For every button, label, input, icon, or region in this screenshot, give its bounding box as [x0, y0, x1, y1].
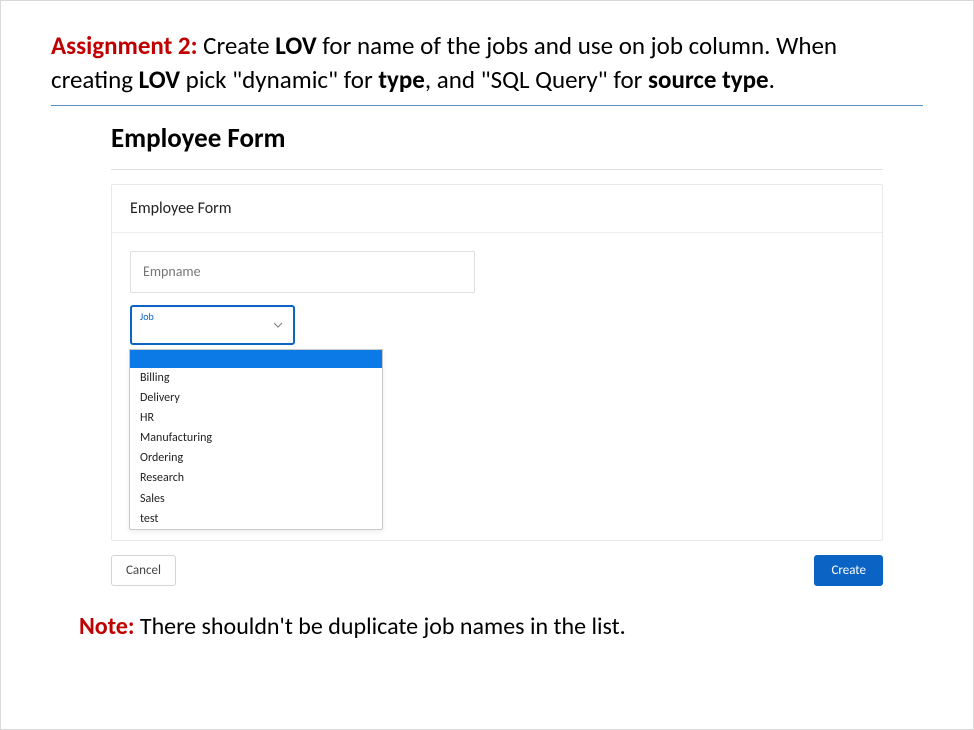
job-select[interactable]: Job	[130, 305, 295, 345]
dropdown-option[interactable]	[130, 350, 382, 368]
job-select-label: Job	[140, 310, 154, 323]
assignment-bold-1: LOV	[275, 30, 316, 61]
job-field-wrap: Job Billing Delivery HR Manufacturing Or…	[130, 305, 475, 531]
dropdown-option[interactable]: Sales	[130, 489, 382, 509]
dropdown-option[interactable]: test	[130, 509, 382, 529]
empname-field-wrap	[130, 251, 475, 293]
assignment-bold-3: type	[378, 64, 425, 95]
page-container: Assignment 2: Create LOV for name of the…	[0, 0, 974, 730]
note-text: There shouldn't be duplicate job names i…	[134, 612, 625, 641]
divider	[51, 105, 923, 106]
cancel-button[interactable]: Cancel	[111, 555, 176, 586]
assignment-text-3: pick "dynamic" for	[180, 64, 378, 95]
form-title: Employee Form	[111, 122, 883, 155]
thin-divider	[111, 169, 883, 170]
note-label: Note:	[79, 612, 134, 641]
assignment-text-4: , and "SQL Query" for	[425, 64, 648, 95]
actions-row: Cancel Create	[111, 555, 883, 586]
assignment-text-1: Create	[198, 30, 276, 61]
assignment-label: Assignment 2:	[51, 30, 198, 61]
form-card: Employee Form Job Billing De	[111, 184, 883, 542]
note-line: Note: There shouldn't be duplicate job n…	[51, 612, 923, 641]
card-body: Job Billing Delivery HR Manufacturing Or…	[112, 233, 882, 541]
dropdown-option[interactable]: Delivery	[130, 388, 382, 408]
dropdown-option[interactable]: Billing	[130, 368, 382, 388]
assignment-instruction: Assignment 2: Create LOV for name of the…	[51, 29, 923, 97]
empname-input[interactable]	[130, 251, 475, 293]
form-area: Employee Form Employee Form Job	[51, 122, 923, 587]
chevron-down-icon	[273, 318, 283, 332]
create-button[interactable]: Create	[814, 555, 883, 586]
dropdown-option[interactable]: Ordering	[130, 448, 382, 468]
assignment-bold-4: source type	[648, 64, 769, 95]
assignment-bold-2: LOV	[139, 64, 180, 95]
dropdown-option[interactable]: Manufacturing	[130, 428, 382, 448]
card-header: Employee Form	[112, 185, 882, 233]
dropdown-option[interactable]: Research	[130, 468, 382, 488]
assignment-text-5: .	[769, 64, 775, 95]
job-dropdown: Billing Delivery HR Manufacturing Orderi…	[129, 349, 383, 531]
dropdown-option[interactable]: HR	[130, 408, 382, 428]
